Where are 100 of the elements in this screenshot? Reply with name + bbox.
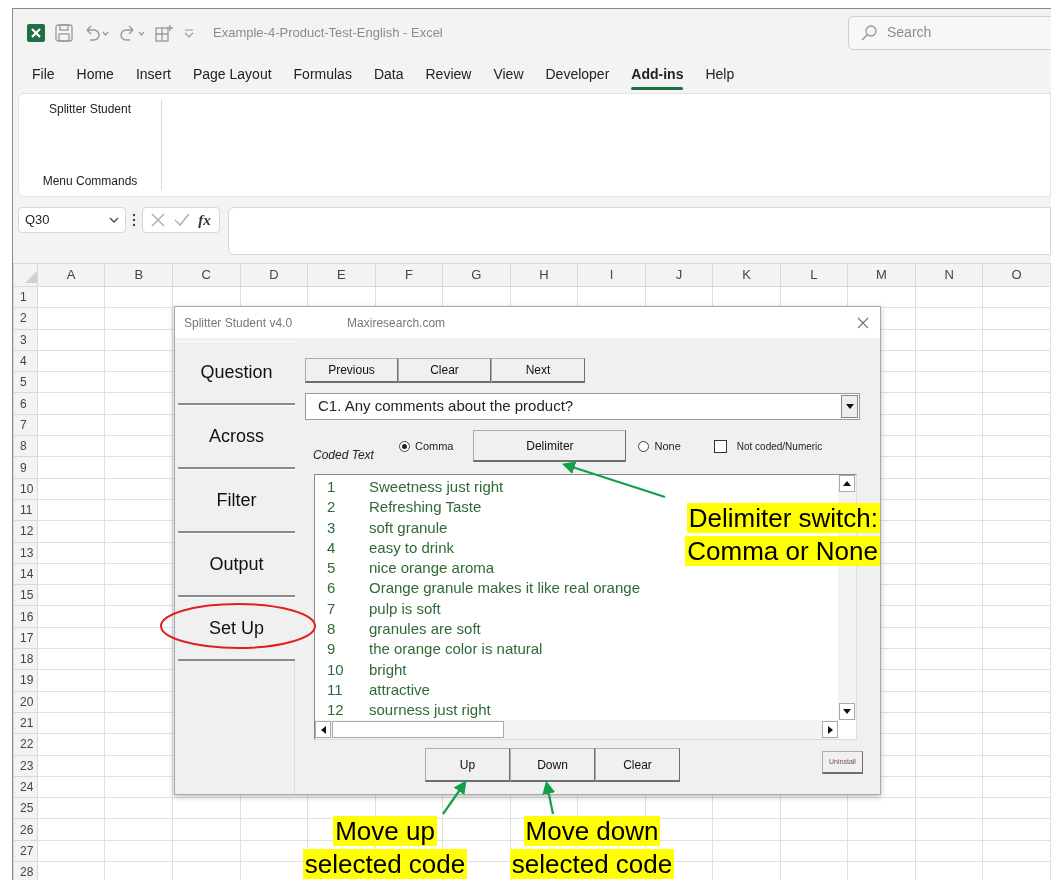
ribbon-tab[interactable]: Data — [362, 62, 415, 87]
scroll-up-icon[interactable] — [843, 481, 851, 486]
scroll-down-icon[interactable] — [843, 709, 851, 714]
column-header[interactable]: F — [375, 263, 443, 287]
code-text[interactable]: Sweetness just right — [369, 475, 504, 499]
side-tab[interactable]: Set Up — [178, 597, 295, 661]
horizontal-scrollbar[interactable] — [315, 720, 838, 739]
code-text[interactable]: pulp is soft — [369, 597, 441, 621]
row-header[interactable]: 14 — [13, 563, 38, 585]
column-header[interactable]: D — [240, 263, 308, 287]
row-header[interactable]: 20 — [13, 691, 38, 713]
column-header[interactable]: C — [172, 263, 241, 287]
redo-icon[interactable] — [119, 23, 145, 42]
ribbon-command[interactable]: Splitter Student — [48, 100, 132, 118]
code-text[interactable]: granules are soft — [369, 618, 481, 641]
name-box[interactable]: Q30 — [18, 207, 126, 233]
column-header[interactable]: H — [510, 263, 578, 287]
ribbon-tab[interactable]: File — [21, 62, 66, 87]
row-header[interactable]: 2 — [13, 307, 38, 330]
row-header[interactable]: 6 — [13, 393, 38, 415]
row-header[interactable]: 13 — [13, 542, 38, 564]
row-header[interactable]: 25 — [13, 797, 38, 819]
ribbon-tab[interactable]: Insert — [124, 62, 182, 87]
radio-option[interactable]: Comma — [398, 437, 454, 455]
row-header[interactable]: 26 — [13, 818, 38, 841]
nav-button[interactable]: Clear — [398, 358, 491, 383]
check-icon[interactable] — [173, 213, 190, 227]
row-header[interactable]: 7 — [13, 414, 38, 436]
delimiter-button[interactable]: Delimiter — [473, 430, 627, 462]
code-text[interactable]: Orange granule makes it like real orange — [369, 577, 640, 600]
column-header[interactable]: J — [645, 263, 713, 287]
row-header[interactable]: 5 — [13, 371, 38, 393]
close-icon[interactable] — [857, 316, 869, 329]
row-header[interactable]: 19 — [13, 669, 38, 692]
column-header[interactable]: I — [577, 263, 646, 287]
column-header[interactable]: M — [847, 263, 916, 287]
row-header[interactable]: 24 — [13, 776, 38, 798]
select-all-icon[interactable] — [24, 271, 37, 284]
ribbon-tab[interactable]: View — [482, 62, 535, 87]
row-header[interactable]: 1 — [13, 286, 38, 308]
side-tab[interactable]: Across — [178, 405, 295, 469]
ribbon-tab[interactable]: Help — [694, 62, 746, 87]
row-header[interactable]: 16 — [13, 605, 38, 628]
ribbon-tab[interactable]: Add-ins — [620, 62, 695, 87]
code-text[interactable]: the orange color is natural — [369, 638, 543, 661]
code-text[interactable]: Refreshing Taste — [369, 496, 482, 519]
row-header[interactable]: 22 — [13, 733, 38, 756]
ribbon-tab[interactable]: Page Layout — [181, 62, 283, 87]
column-header[interactable]: N — [915, 263, 983, 287]
cancel-icon[interactable] — [151, 213, 166, 227]
column-header[interactable]: B — [104, 263, 173, 287]
scroll-left-icon[interactable] — [320, 725, 326, 734]
side-tab[interactable]: Filter — [178, 469, 295, 533]
customize-icon[interactable] — [183, 26, 195, 39]
column-header[interactable]: L — [780, 263, 848, 287]
column-header[interactable]: A — [37, 263, 105, 287]
save-icon[interactable] — [55, 23, 73, 42]
row-header[interactable]: 21 — [13, 712, 38, 734]
row-header[interactable]: 15 — [13, 584, 38, 606]
side-tab[interactable]: Question — [178, 341, 295, 405]
row-header[interactable]: 10 — [13, 478, 38, 500]
code-text[interactable]: nice orange aroma — [369, 557, 495, 580]
column-header[interactable]: O — [982, 263, 1051, 287]
row-header[interactable]: 8 — [13, 435, 38, 457]
scroll-right-icon[interactable] — [827, 725, 833, 734]
code-text[interactable]: easy to drink — [369, 536, 455, 560]
more-options-icon[interactable] — [132, 213, 136, 227]
ribbon-tab[interactable]: Home — [65, 62, 125, 87]
move-button[interactable]: Up — [425, 748, 510, 782]
row-header[interactable]: 17 — [13, 627, 38, 649]
code-text[interactable]: soft granule — [369, 516, 448, 539]
radio-option[interactable]: None — [638, 437, 681, 455]
row-header[interactable]: 11 — [13, 499, 38, 521]
side-tab[interactable]: Output — [178, 533, 295, 597]
dropdown-arrow-icon[interactable] — [845, 404, 854, 409]
row-header[interactable]: 3 — [13, 329, 38, 351]
row-header[interactable]: 18 — [13, 648, 38, 670]
row-header[interactable]: 9 — [13, 456, 38, 479]
code-number: 1 — [327, 476, 337, 497]
question-dropdown[interactable]: C1. Any comments about the product? — [305, 393, 860, 420]
checkbox-option[interactable]: Not coded/Numeric — [713, 438, 823, 454]
row-header[interactable]: 12 — [13, 520, 38, 543]
row-header[interactable]: 4 — [13, 350, 38, 372]
row-header[interactable]: 23 — [13, 755, 38, 777]
column-header[interactable]: G — [442, 263, 511, 287]
formula-field[interactable] — [228, 207, 1051, 255]
row-header[interactable]: 27 — [13, 840, 38, 862]
insert-function-button[interactable]: fx — [198, 208, 211, 232]
move-button[interactable]: Clear — [595, 748, 680, 782]
table-icon[interactable] — [155, 23, 173, 42]
ribbon-tab[interactable]: Developer — [534, 62, 621, 87]
code-number: 4 — [327, 537, 337, 558]
column-header[interactable]: E — [307, 263, 376, 287]
ribbon-tab[interactable]: Review — [414, 62, 483, 87]
ribbon-tab[interactable]: Formulas — [282, 62, 363, 87]
move-button[interactable]: Down — [510, 748, 595, 782]
nav-button[interactable]: Next — [491, 358, 585, 383]
nav-button[interactable]: Previous — [305, 358, 398, 383]
code-text[interactable]: sourness just right — [369, 699, 491, 722]
column-header[interactable]: K — [712, 263, 781, 287]
